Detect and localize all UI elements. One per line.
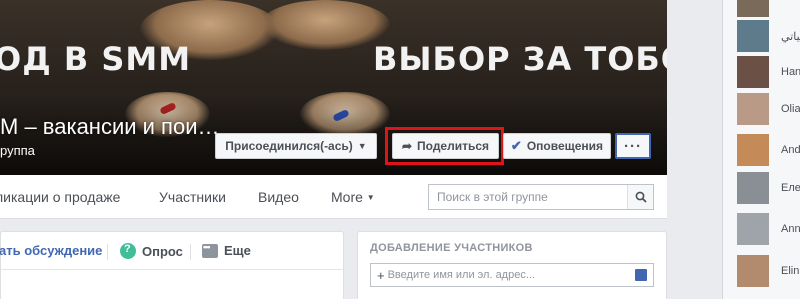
joined-button[interactable]: Присоединился(-ась) ▼ xyxy=(215,133,377,159)
cover-hand-right xyxy=(260,0,390,50)
contact-name: لبياتي xyxy=(781,30,800,43)
chat-contact[interactable]: Elin xyxy=(737,252,800,290)
tab-video[interactable]: Видео xyxy=(258,189,299,205)
chat-contact[interactable]: Han xyxy=(737,53,800,91)
composer-separator xyxy=(190,244,191,260)
chat-contact[interactable]: And xyxy=(737,131,800,169)
more-tab[interactable]: Еще xyxy=(202,242,251,258)
tab-sales-posts[interactable]: ликации о продаже xyxy=(0,189,120,205)
avatar xyxy=(737,20,769,52)
plus-icon: + xyxy=(377,267,385,283)
contact-name: Еле xyxy=(781,182,800,194)
contact-name: Elin xyxy=(781,265,800,277)
composer-divider xyxy=(1,269,343,270)
avatar xyxy=(737,213,769,245)
search-input[interactable] xyxy=(429,185,627,209)
ellipsis-icon: ··· xyxy=(624,137,642,155)
tab-members[interactable]: Участники xyxy=(159,189,226,205)
add-members-heading: ДОБАВЛЕНИЕ УЧАСТНИКОВ xyxy=(370,242,533,254)
start-discussion-tab[interactable]: ать обсуждение xyxy=(0,243,102,258)
contact-name: Olia xyxy=(781,103,800,115)
chat-sidebar: لبياتي Han Olia And Еле Ann Elin xyxy=(723,0,800,299)
checkmark-icon: ✔ xyxy=(510,138,522,153)
poll-tab[interactable]: Опрос xyxy=(120,243,183,259)
caret-down-icon: ▼ xyxy=(366,193,375,202)
add-members-input[interactable] xyxy=(387,269,635,281)
group-title[interactable]: M – вакансии и пои… xyxy=(0,114,219,140)
contact-name: And xyxy=(781,144,800,156)
cover-text-left: ОД В SMM xyxy=(0,40,192,78)
search-icon xyxy=(635,191,647,203)
chat-contact[interactable]: Ann xyxy=(737,210,800,248)
tab-more-label: More xyxy=(331,189,363,205)
composer: ать обсуждение Опрос Еще xyxy=(0,231,344,299)
contact-name: Han xyxy=(781,66,800,78)
more-icon xyxy=(202,242,218,258)
more-options-button[interactable]: ··· xyxy=(615,133,651,159)
avatar xyxy=(737,255,769,287)
add-members-box: ДОБАВЛЕНИЕ УЧАСТНИКОВ + xyxy=(357,231,667,299)
search-button[interactable] xyxy=(627,185,653,209)
add-members-field: + xyxy=(370,263,654,287)
group-type: руппа xyxy=(0,143,35,158)
cover-text-right: ВЫБОР ЗА ТОБОЙ xyxy=(373,40,667,78)
share-highlight-box xyxy=(385,127,504,165)
address-book-icon[interactable] xyxy=(635,269,647,281)
joined-label: Присоединился(-ась) xyxy=(225,139,353,153)
chat-contact[interactable]: لبياتي xyxy=(737,17,800,55)
contact-name: Ann xyxy=(781,223,800,235)
poll-label: Опрос xyxy=(142,243,183,259)
chat-contact[interactable]: Еле xyxy=(737,169,800,207)
composer-separator xyxy=(107,244,108,260)
facebook-group-page: ОД В SMM ВЫБОР ЗА ТОБОЙ M – вакансии и п… xyxy=(0,0,800,299)
tab-more[interactable]: More ▼ xyxy=(331,189,375,205)
notifications-button[interactable]: ✔ Оповещения xyxy=(503,133,611,159)
avatar xyxy=(737,93,769,125)
start-discussion-label: ать обсуждение xyxy=(0,243,103,258)
avatar xyxy=(737,0,769,17)
avatar xyxy=(737,134,769,166)
notifications-label: Оповещения xyxy=(526,139,604,153)
avatar xyxy=(737,56,769,88)
poll-icon xyxy=(120,243,136,259)
chat-contact[interactable]: Olia xyxy=(737,90,800,128)
dropdown-arrow-icon: ▼ xyxy=(357,141,367,151)
more-label: Еще xyxy=(224,243,251,258)
avatar xyxy=(737,172,769,204)
group-search xyxy=(428,184,654,210)
